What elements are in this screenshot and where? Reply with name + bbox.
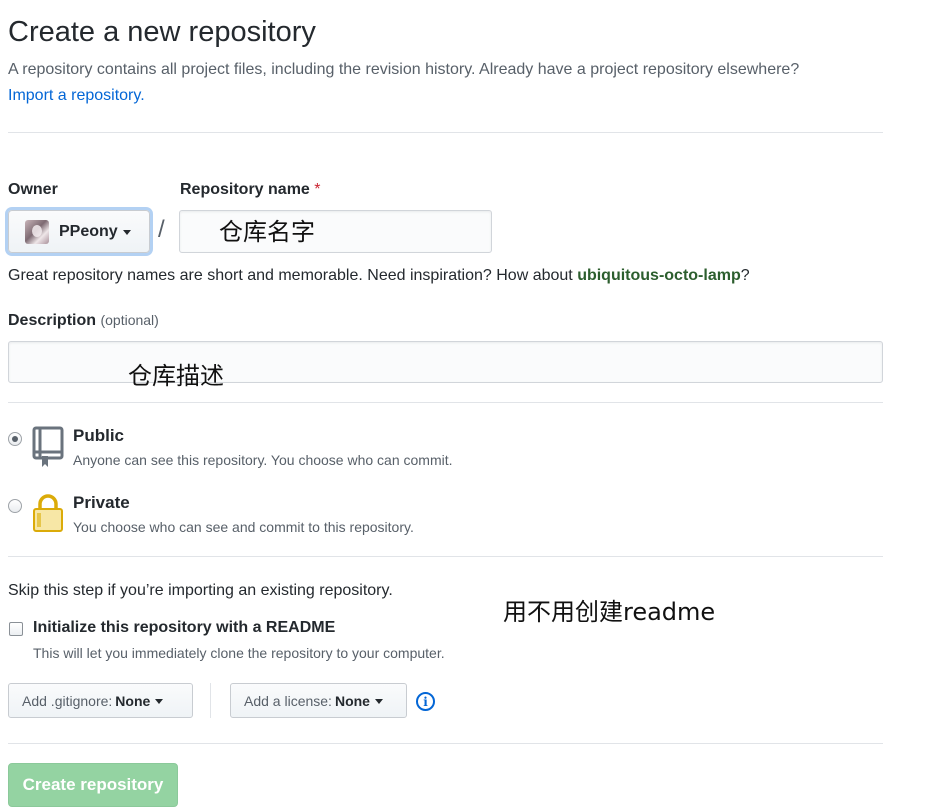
- divider: [8, 743, 883, 744]
- public-radio[interactable]: [8, 432, 22, 446]
- hint-suffix: ?: [740, 267, 750, 284]
- license-dropdown[interactable]: Add a license: None: [230, 683, 407, 718]
- private-description: You choose who can see and commit to thi…: [73, 519, 414, 535]
- gitignore-dropdown[interactable]: Add .gitignore: None: [8, 683, 193, 718]
- public-description: Anyone can see this repository. You choo…: [73, 452, 453, 468]
- public-title: Public: [73, 426, 125, 445]
- readme-label[interactable]: Initialize this repository with a README: [33, 619, 335, 637]
- info-icon[interactable]: i: [416, 692, 435, 711]
- owner-label: Owner: [8, 181, 58, 198]
- repo-name-hint: Great repository names are short and mem…: [8, 267, 750, 285]
- repo-name-label-text: Repository name: [180, 181, 310, 198]
- owner-repo-separator: /: [158, 216, 165, 243]
- vertical-divider: [210, 683, 211, 718]
- repo-name-annotation: 仓库名字: [219, 218, 315, 246]
- hint-prefix: Great repository names are short and mem…: [8, 267, 578, 284]
- repo-name-label: Repository name *: [180, 181, 321, 199]
- caret-down-icon: [122, 230, 131, 235]
- avatar: [25, 219, 49, 244]
- description-optional: (optional): [100, 312, 159, 328]
- readme-annotation: 用不用创建readme: [503, 598, 716, 626]
- name-suggestion[interactable]: ubiquitous-octo-lamp: [577, 267, 741, 284]
- lock-icon: [32, 493, 64, 538]
- caret-down-icon: [155, 699, 164, 704]
- skip-step-text: Skip this step if you’re importing an ex…: [8, 582, 393, 599]
- description-annotation: 仓库描述: [128, 362, 224, 390]
- repo-book-icon: [32, 426, 64, 473]
- page-subtitle: A repository contains all project files,…: [8, 61, 800, 78]
- owner-name: PPeony: [59, 222, 118, 240]
- import-repository-link[interactable]: Import a repository.: [8, 87, 145, 105]
- license-label: Add a license:: [244, 692, 332, 709]
- gitignore-label: Add .gitignore:: [22, 692, 113, 709]
- license-value: None: [334, 692, 370, 709]
- create-repository-button[interactable]: Create repository: [8, 763, 178, 807]
- page-title: Create a new repository: [8, 16, 316, 48]
- readme-hint: This will let you immediately clone the …: [33, 645, 445, 661]
- required-mark: *: [314, 181, 321, 198]
- private-title: Private: [73, 493, 130, 512]
- caret-down-icon: [374, 699, 383, 704]
- private-radio[interactable]: [8, 499, 22, 513]
- divider: [8, 132, 883, 133]
- owner-dropdown[interactable]: PPeony: [8, 210, 150, 253]
- gitignore-value: None: [115, 692, 151, 709]
- divider: [8, 402, 883, 403]
- description-label-text: Description: [8, 312, 97, 329]
- description-label: Description (optional): [8, 312, 159, 330]
- divider: [8, 556, 883, 557]
- readme-checkbox[interactable]: [9, 622, 23, 636]
